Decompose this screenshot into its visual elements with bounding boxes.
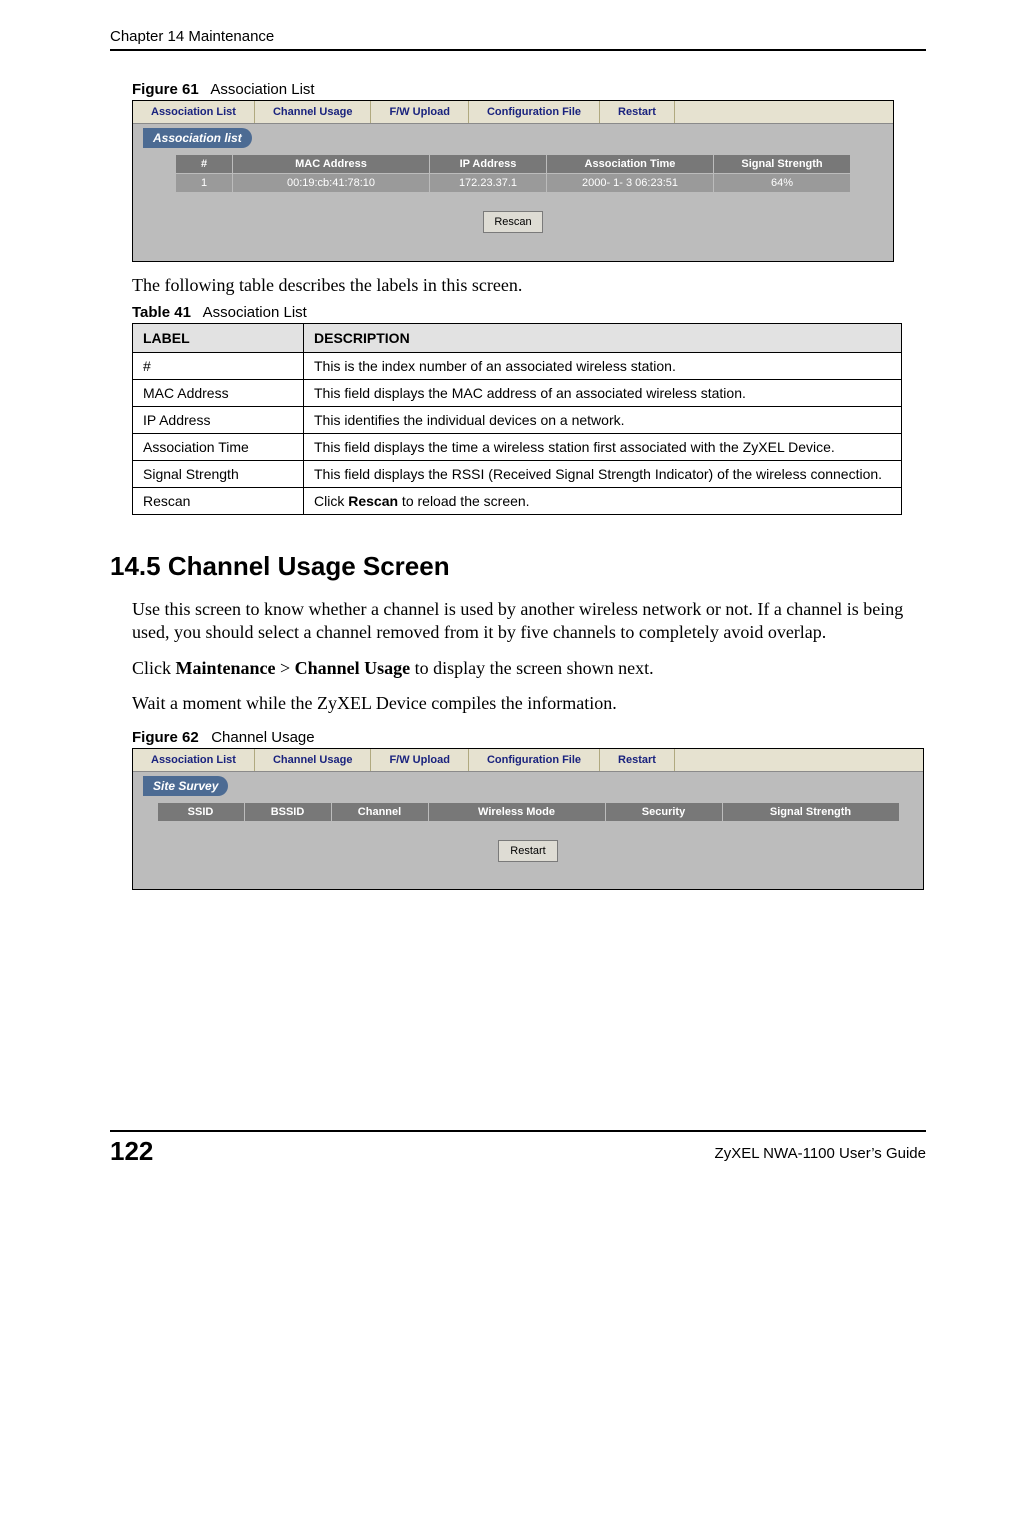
label-cell: MAC Address <box>133 379 304 406</box>
section-p1: Use this screen to know whether a channe… <box>132 598 926 645</box>
cell-signal: 64% <box>714 174 851 193</box>
figure-61-caption-bold: Figure 61 <box>132 81 199 98</box>
chapter-title: Chapter 14 Maintenance <box>110 28 600 45</box>
table-row: IP Address This identifies the individua… <box>133 406 902 433</box>
section-body: Use this screen to know whether a channe… <box>132 598 926 716</box>
fig62-section-title: Site Survey <box>143 776 228 796</box>
col-bssid: BSSID <box>244 803 331 822</box>
figure-62-screenshot: Association List Channel Usage F/W Uploa… <box>132 748 924 890</box>
p2-bold-1: Maintenance <box>176 658 276 678</box>
site-survey-table: SSID BSSID Channel Wireless Mode Securit… <box>157 802 900 822</box>
cell-index: 1 <box>176 174 233 193</box>
figure-62-caption-bold: Figure 62 <box>132 729 199 746</box>
label-cell: Association Time <box>133 433 304 460</box>
page-header: Chapter 14 Maintenance <box>110 28 926 51</box>
label-cell: Rescan <box>133 487 304 514</box>
p2-prefix: Click <box>132 658 176 678</box>
intro-line: The following table describes the labels… <box>132 274 926 298</box>
table-row: 1 00:19:cb:41:78:10 172.23.37.1 2000- 1-… <box>176 174 851 193</box>
p2-mid: > <box>275 658 294 678</box>
tab-restart[interactable]: Restart <box>600 749 675 771</box>
fig62-tabbar: Association List Channel Usage F/W Uploa… <box>133 749 923 772</box>
col-label: LABEL <box>133 323 304 352</box>
desc-cell: This field displays the RSSI (Received S… <box>304 460 902 487</box>
table-row: Rescan Click Rescan to reload the screen… <box>133 487 902 514</box>
table-header-row: LABEL DESCRIPTION <box>133 323 902 352</box>
page-footer: 122 ZyXEL NWA-1100 User’s Guide <box>110 1130 926 1167</box>
table-header-row: # MAC Address IP Address Association Tim… <box>176 155 851 174</box>
table-row: # This is the index number of an associa… <box>133 352 902 379</box>
table-41-caption-bold: Table 41 <box>132 304 191 321</box>
col-channel: Channel <box>331 803 428 822</box>
guide-title: ZyXEL NWA-1100 User’s Guide <box>715 1137 926 1162</box>
col-signal: Signal Strength <box>714 155 851 174</box>
tab-association-list[interactable]: Association List <box>133 749 255 771</box>
cell-ip: 172.23.37.1 <box>430 174 547 193</box>
figure-61-screenshot: Association List Channel Usage F/W Uploa… <box>132 100 894 262</box>
label-cell: IP Address <box>133 406 304 433</box>
cell-mac: 00:19:cb:41:78:10 <box>233 174 430 193</box>
col-wireless-mode: Wireless Mode <box>428 803 605 822</box>
col-mac: MAC Address <box>233 155 430 174</box>
tab-fw-upload[interactable]: F/W Upload <box>371 101 469 123</box>
rescan-button[interactable]: Rescan <box>483 211 543 233</box>
col-ip: IP Address <box>430 155 547 174</box>
association-list-table: # MAC Address IP Address Association Tim… <box>175 154 851 193</box>
col-description: DESCRIPTION <box>304 323 902 352</box>
figure-62-caption-text: Channel Usage <box>211 729 314 746</box>
tab-configuration-file[interactable]: Configuration File <box>469 749 600 771</box>
tab-channel-usage[interactable]: Channel Usage <box>255 749 371 771</box>
col-signal-strength: Signal Strength <box>722 803 899 822</box>
desc-cell: This field displays the time a wireless … <box>304 433 902 460</box>
desc-cell-composite: Click Rescan to reload the screen. <box>304 487 902 514</box>
tab-association-list[interactable]: Association List <box>133 101 255 123</box>
cell-assoc-time: 2000- 1- 3 06:23:51 <box>547 174 714 193</box>
col-ssid: SSID <box>157 803 244 822</box>
tab-channel-usage[interactable]: Channel Usage <box>255 101 371 123</box>
col-assoc-time: Association Time <box>547 155 714 174</box>
table-41: LABEL DESCRIPTION # This is the index nu… <box>132 323 902 515</box>
fig61-tabbar: Association List Channel Usage F/W Uploa… <box>133 101 893 124</box>
desc-cell: This field displays the MAC address of a… <box>304 379 902 406</box>
desc-prefix: Click <box>314 493 348 509</box>
tab-restart[interactable]: Restart <box>600 101 675 123</box>
desc-cell: This is the index number of an associate… <box>304 352 902 379</box>
label-cell: Signal Strength <box>133 460 304 487</box>
section-p2: Click Maintenance > Channel Usage to dis… <box>132 657 926 680</box>
label-cell: # <box>133 352 304 379</box>
table-row: MAC Address This field displays the MAC … <box>133 379 902 406</box>
table-41-caption-text: Association List <box>203 304 307 321</box>
figure-62-caption: Figure 62 Channel Usage <box>132 729 926 746</box>
table-header-row: SSID BSSID Channel Wireless Mode Securit… <box>157 803 899 822</box>
desc-suffix: to reload the screen. <box>398 493 530 509</box>
table-row: Signal Strength This field displays the … <box>133 460 902 487</box>
col-index: # <box>176 155 233 174</box>
page-number: 122 <box>110 1132 153 1167</box>
p2-suffix: to display the screen shown next. <box>410 658 653 678</box>
table-41-caption: Table 41 Association List <box>132 304 926 321</box>
fig61-section-title: Association list <box>143 128 252 148</box>
figure-61-caption-text: Association List <box>210 81 314 98</box>
tab-configuration-file[interactable]: Configuration File <box>469 101 600 123</box>
desc-cell: This identifies the individual devices o… <box>304 406 902 433</box>
section-heading: 14.5 Channel Usage Screen <box>110 551 926 582</box>
restart-button[interactable]: Restart <box>498 840 558 862</box>
section-p3: Wait a moment while the ZyXEL Device com… <box>132 692 926 715</box>
figure-61-caption: Figure 61 Association List <box>132 81 926 98</box>
p2-bold-2: Channel Usage <box>295 658 411 678</box>
desc-bold: Rescan <box>348 493 398 509</box>
col-security: Security <box>605 803 722 822</box>
table-row: Association Time This field displays the… <box>133 433 902 460</box>
tab-fw-upload[interactable]: F/W Upload <box>371 749 469 771</box>
